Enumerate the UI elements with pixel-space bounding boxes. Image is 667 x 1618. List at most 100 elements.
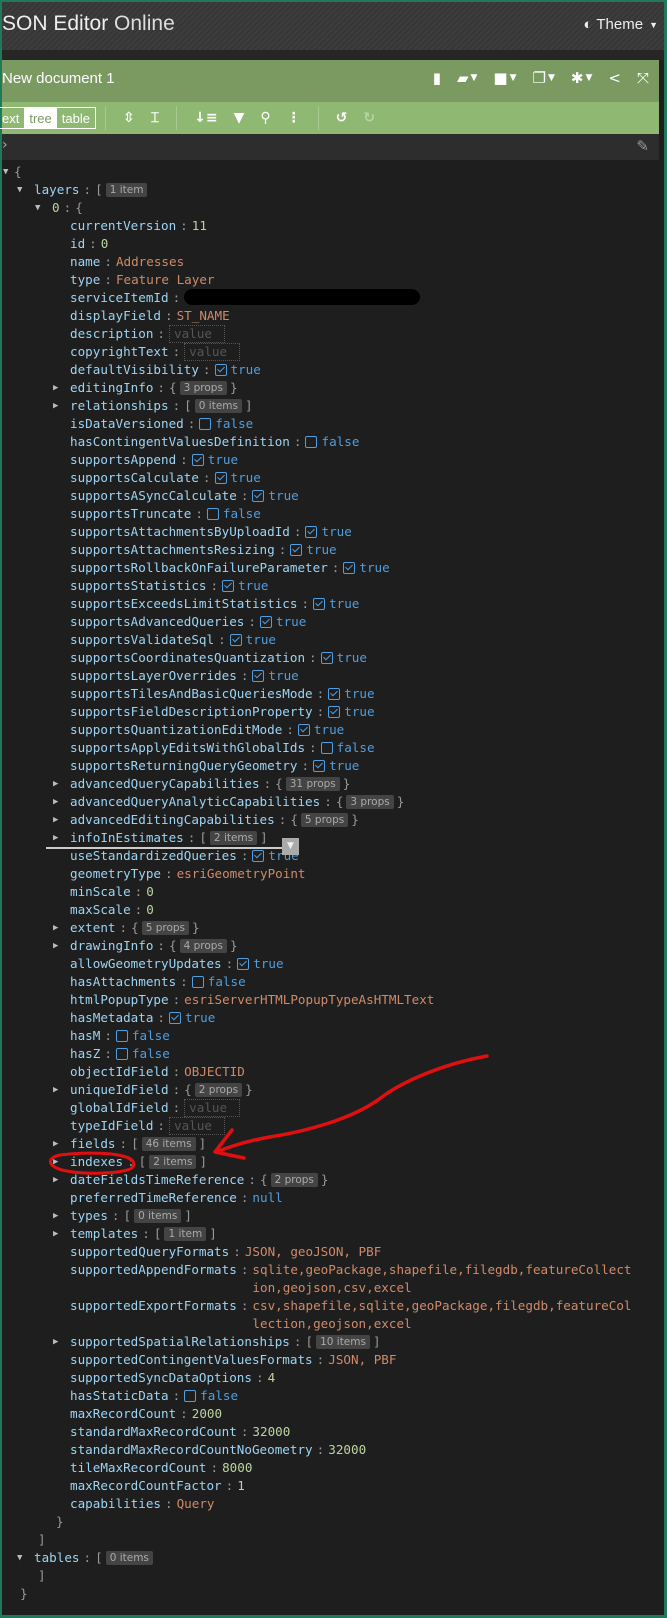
boolean-value[interactable]: true bbox=[329, 596, 359, 611]
collapsed-triangle-icon[interactable]: ▶ bbox=[53, 1333, 58, 1351]
field-key[interactable]: supportsAdvancedQueries bbox=[70, 614, 244, 629]
redo-icon[interactable]: ↻ bbox=[363, 110, 375, 126]
field-value[interactable]: 32000 bbox=[252, 1424, 290, 1439]
boolean-value[interactable]: true bbox=[329, 758, 359, 773]
field-key[interactable]: supportsTilesAndBasicQueriesMode bbox=[70, 686, 313, 701]
collapsed-triangle-icon[interactable]: ▶ bbox=[53, 775, 58, 793]
share-icon[interactable]: < bbox=[608, 69, 621, 87]
field-key[interactable]: supportsAppend bbox=[70, 452, 176, 467]
field-value[interactable]: 1 bbox=[237, 1478, 245, 1493]
field-value[interactable]: ST_NAME bbox=[177, 308, 230, 323]
field-key[interactable]: 0 bbox=[52, 200, 60, 215]
boolean-checkbox[interactable] bbox=[328, 688, 341, 700]
field-value[interactable]: OBJECTID bbox=[184, 1064, 245, 1079]
field-key[interactable]: tables bbox=[34, 1550, 80, 1565]
field-key[interactable]: supportedSyncDataOptions bbox=[70, 1370, 252, 1385]
context-menu-button[interactable]: ▼ bbox=[282, 838, 299, 855]
item-count-badge[interactable]: 0 items bbox=[134, 1209, 182, 1223]
field-key[interactable]: hasAttachments bbox=[70, 974, 176, 989]
field-key[interactable]: displayField bbox=[70, 308, 161, 323]
boolean-value[interactable]: true bbox=[185, 1010, 215, 1025]
boolean-checkbox[interactable] bbox=[222, 580, 235, 592]
item-count-badge[interactable]: 3 props bbox=[346, 795, 394, 809]
empty-value-field[interactable]: value bbox=[169, 325, 225, 343]
field-key[interactable]: templates bbox=[70, 1226, 138, 1241]
field-value[interactable]: 11 bbox=[192, 218, 207, 233]
item-count-badge[interactable]: 2 items bbox=[149, 1155, 197, 1169]
collapsed-triangle-icon[interactable]: ▶ bbox=[53, 811, 58, 829]
boolean-checkbox[interactable] bbox=[313, 760, 326, 772]
field-key[interactable]: layers bbox=[34, 182, 80, 197]
field-key[interactable]: name bbox=[70, 254, 100, 269]
boolean-value[interactable]: true bbox=[314, 722, 344, 737]
item-count-badge[interactable]: 46 items bbox=[141, 1137, 196, 1151]
boolean-value[interactable]: true bbox=[306, 542, 336, 557]
boolean-value[interactable]: true bbox=[208, 452, 238, 467]
copy-icon[interactable]: ❐ ▼ bbox=[533, 69, 555, 87]
item-count-badge[interactable]: 4 props bbox=[179, 939, 227, 953]
boolean-checkbox[interactable] bbox=[343, 562, 356, 574]
boolean-value[interactable]: true bbox=[344, 704, 374, 719]
boolean-value[interactable]: true bbox=[268, 668, 298, 683]
mode-tree[interactable]: tree bbox=[24, 108, 57, 128]
field-value[interactable]: Feature Layer bbox=[116, 272, 215, 287]
field-key[interactable]: standardMaxRecordCount bbox=[70, 1424, 237, 1439]
field-value[interactable]: 4 bbox=[268, 1370, 276, 1385]
boolean-checkbox[interactable] bbox=[214, 472, 227, 484]
field-value[interactable]: csv,shapefile,sqlite,geoPackage,filegdb,… bbox=[252, 1297, 631, 1333]
field-key[interactable]: allowGeometryUpdates bbox=[70, 956, 222, 971]
collapsed-triangle-icon[interactable]: ▶ bbox=[53, 829, 58, 847]
field-value[interactable]: esriServerHTMLPopupTypeAsHTMLText bbox=[184, 992, 434, 1007]
item-count-badge[interactable]: 0 items bbox=[194, 399, 242, 413]
field-key[interactable]: indexes bbox=[70, 1154, 123, 1169]
fullscreen-icon[interactable]: ⤧ bbox=[637, 69, 649, 87]
field-key[interactable]: supportedQueryFormats bbox=[70, 1244, 229, 1259]
field-key[interactable]: supportsFieldDescriptionProperty bbox=[70, 704, 313, 719]
theme-button[interactable]: ◐ Theme ▼ bbox=[583, 16, 658, 33]
boolean-checkbox[interactable] bbox=[169, 1012, 181, 1024]
field-key[interactable]: relationships bbox=[70, 398, 169, 413]
boolean-checkbox[interactable] bbox=[199, 418, 212, 430]
field-key[interactable]: supportsQuantizationEditMode bbox=[70, 722, 282, 737]
field-value[interactable]: 32000 bbox=[328, 1442, 366, 1457]
field-key[interactable]: supportsAttachmentsByUploadId bbox=[70, 524, 290, 539]
item-count-badge[interactable]: 2 props bbox=[270, 1173, 318, 1187]
collapsed-triangle-icon[interactable]: ▶ bbox=[53, 937, 58, 955]
field-key[interactable]: supportedAppendFormats bbox=[70, 1262, 237, 1277]
collapse-all-icon[interactable]: ⌶ bbox=[151, 110, 159, 126]
field-key[interactable]: supportsCoordinatesQuantization bbox=[70, 650, 305, 665]
item-count-badge[interactable]: 2 items bbox=[209, 831, 258, 845]
field-key[interactable]: description bbox=[70, 326, 153, 341]
field-key[interactable]: uniqueIdField bbox=[70, 1082, 169, 1097]
boolean-checkbox[interactable] bbox=[305, 436, 318, 448]
collapsed-triangle-icon[interactable]: ▶ bbox=[53, 1171, 58, 1189]
field-key[interactable]: tileMaxRecordCount bbox=[70, 1460, 206, 1475]
boolean-checkbox[interactable] bbox=[252, 670, 265, 682]
collapsed-triangle-icon[interactable]: ▶ bbox=[53, 1081, 58, 1099]
collapsed-triangle-icon[interactable]: ▶ bbox=[53, 1153, 58, 1171]
boolean-checkbox[interactable] bbox=[305, 526, 318, 538]
field-value[interactable]: Addresses bbox=[116, 254, 184, 269]
field-value[interactable]: Query bbox=[177, 1496, 215, 1511]
boolean-checkbox[interactable] bbox=[214, 364, 227, 376]
field-key[interactable]: maxRecordCountFactor bbox=[70, 1478, 222, 1493]
boolean-value[interactable]: false bbox=[337, 740, 375, 755]
undo-icon[interactable]: ↺ bbox=[336, 110, 348, 126]
boolean-checkbox[interactable] bbox=[290, 544, 303, 556]
boolean-value[interactable]: false bbox=[132, 1046, 170, 1061]
field-value[interactable]: 0 bbox=[146, 884, 154, 899]
expand-all-icon[interactable]: ⇳ bbox=[123, 110, 135, 126]
document-title[interactable]: New document 1 bbox=[2, 70, 115, 87]
field-key[interactable]: isDataVersioned bbox=[70, 416, 184, 431]
item-count-badge[interactable]: 0 items bbox=[105, 1551, 153, 1565]
collapsed-triangle-icon[interactable]: ▶ bbox=[53, 1225, 58, 1243]
field-key[interactable]: editingInfo bbox=[70, 380, 153, 395]
boolean-checkbox[interactable] bbox=[252, 850, 265, 862]
field-key[interactable]: supportsTruncate bbox=[70, 506, 191, 521]
expanded-triangle-icon[interactable]: ▼ bbox=[35, 199, 40, 217]
field-key[interactable]: supportsRollbackOnFailureParameter bbox=[70, 560, 328, 575]
boolean-checkbox[interactable] bbox=[115, 1048, 128, 1060]
field-key[interactable]: supportsASyncCalculate bbox=[70, 488, 237, 503]
field-key[interactable]: advancedQueryAnalyticCapabilities bbox=[70, 794, 320, 809]
field-key[interactable]: dateFieldsTimeReference bbox=[70, 1172, 244, 1187]
